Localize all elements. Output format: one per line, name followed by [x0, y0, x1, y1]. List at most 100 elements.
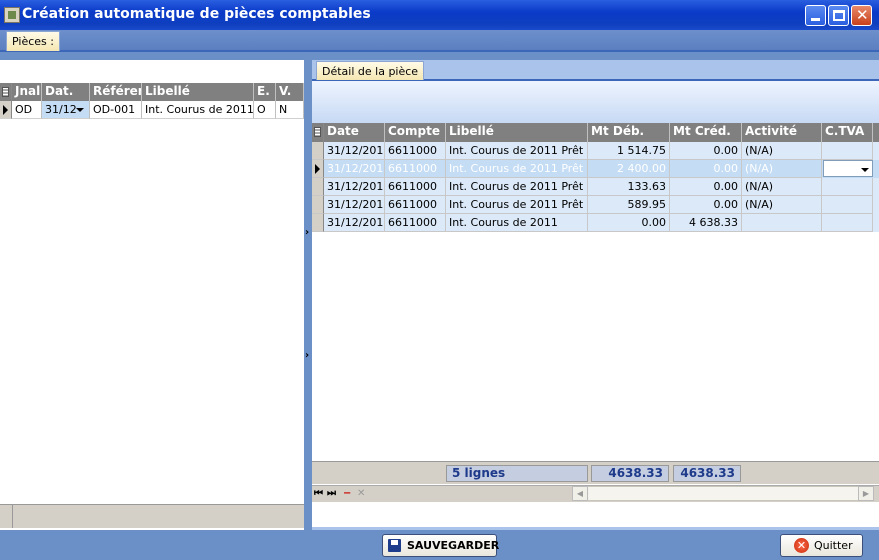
cell-debit[interactable]: 2 400.00: [588, 160, 670, 178]
cell-credit[interactable]: 0.00: [670, 178, 742, 196]
tab-pieces[interactable]: Pièces :: [6, 31, 60, 51]
col-libelle[interactable]: Libellé: [446, 123, 588, 142]
row-indicator: [312, 196, 324, 214]
cell-libelle[interactable]: Int. Courus de 2011 Prêt 112: [446, 178, 588, 196]
cell-date[interactable]: 31/12: [42, 101, 90, 119]
row-indicator: [312, 178, 324, 196]
quit-button[interactable]: ✕ Quitter: [780, 534, 863, 557]
cell-compte[interactable]: 6611000: [385, 178, 446, 196]
cell-credit[interactable]: 0.00: [670, 142, 742, 160]
scroll-thumb[interactable]: [589, 487, 859, 500]
header-indicator: [0, 83, 12, 101]
title-bar: Création automatique de pièces comptable…: [0, 0, 879, 30]
table-row[interactable]: 31/12/2010 6611000 Int. Courus de 2011 P…: [312, 142, 879, 160]
cell-credit[interactable]: 4 638.33: [670, 214, 742, 232]
header-indicator: [312, 123, 324, 142]
col-reference[interactable]: Référence: [90, 83, 142, 101]
summary-bar: 5 lignes 4638.33 4638.33: [312, 461, 879, 484]
cell-ctva[interactable]: [822, 196, 873, 214]
current-row-icon: [315, 164, 320, 174]
col-debit[interactable]: Mt Déb.: [588, 123, 670, 142]
col-e[interactable]: E.: [254, 83, 276, 101]
cell-ctva[interactable]: [822, 214, 873, 232]
grid-menu-icon[interactable]: [2, 87, 9, 97]
window-title: Création automatique de pièces comptable…: [22, 6, 371, 22]
maximize-button[interactable]: [828, 5, 849, 26]
table-row[interactable]: OD 31/12 OD-001 Int. Courus de 2011 O N: [0, 101, 304, 119]
cell-date[interactable]: 31/12/2010: [324, 178, 385, 196]
cell-compte[interactable]: 6611000: [385, 214, 446, 232]
row-indicator: [312, 160, 324, 178]
cell-date[interactable]: 31/12/2010: [324, 214, 385, 232]
cell-activite[interactable]: (N/A): [742, 178, 822, 196]
col-credit[interactable]: Mt Créd.: [670, 123, 742, 142]
col-date[interactable]: Dat.: [42, 83, 90, 101]
expand-right-icon[interactable]: ›: [305, 350, 309, 361]
save-button[interactable]: SAUVEGARDER: [382, 534, 499, 557]
col-v[interactable]: V.: [276, 83, 304, 101]
first-record-icon[interactable]: ⏮: [314, 487, 323, 501]
cell-activite[interactable]: (N/A): [742, 160, 822, 178]
main-tab-strip: Pièces :: [0, 30, 879, 52]
table-row[interactable]: 31/12/2010 6611000 Int. Courus de 2011 0…: [312, 214, 879, 232]
scroll-left-icon[interactable]: ◀: [572, 486, 588, 501]
cell-reference[interactable]: OD-001: [90, 101, 142, 119]
cell-compte[interactable]: 6611000: [385, 196, 446, 214]
footer-cell: [12, 505, 304, 528]
cell-ctva[interactable]: [822, 142, 873, 160]
detail-grid-header: Date Compte Libellé Mt Déb. Mt Créd. Act…: [312, 123, 879, 142]
cell-compte[interactable]: 6611000: [385, 160, 446, 178]
col-libelle[interactable]: Libellé: [142, 83, 254, 101]
close-button[interactable]: ✕: [851, 5, 872, 26]
chevron-down-icon[interactable]: [76, 108, 84, 112]
floppy-icon: [388, 539, 401, 552]
scroll-right-icon[interactable]: ▶: [858, 486, 874, 501]
cell-jnal[interactable]: OD: [12, 101, 42, 119]
expand-left-icon[interactable]: ›: [305, 227, 309, 238]
cell-debit[interactable]: 0.00: [588, 214, 670, 232]
cell-e[interactable]: O: [254, 101, 276, 119]
col-date[interactable]: Date: [324, 123, 385, 142]
cell-v[interactable]: N: [276, 101, 304, 119]
table-row[interactable]: 31/12/2010 6611000 Int. Courus de 2011 P…: [312, 178, 879, 196]
cell-date[interactable]: 31/12/2010: [324, 196, 385, 214]
cell-date[interactable]: 31/12/2010: [324, 160, 385, 178]
pieces-panel: [0, 60, 304, 530]
grid-menu-icon[interactable]: [314, 127, 321, 137]
cell-activite[interactable]: (N/A): [742, 142, 822, 160]
cell-libelle[interactable]: Int. Courus de 2011 Prêt 123: [446, 142, 588, 160]
ctva-combo[interactable]: [823, 160, 873, 177]
table-row[interactable]: 31/12/2010 6611000 Int. Courus de 2011 P…: [312, 196, 879, 214]
pieces-grid-header: Jnal Dat. Référence Libellé E. V.: [0, 83, 304, 101]
col-jnal[interactable]: Jnal: [12, 83, 42, 101]
cell-activite[interactable]: [742, 214, 822, 232]
chevron-down-icon[interactable]: [861, 168, 869, 172]
total-debit: 4638.33: [591, 465, 669, 482]
cell-debit[interactable]: 589.95: [588, 196, 670, 214]
table-row-selected[interactable]: 31/12/2010 6611000 Int. Courus de 2011 P…: [312, 160, 879, 178]
last-record-icon[interactable]: ⏭: [327, 487, 336, 501]
tab-detail[interactable]: Détail de la pièce: [316, 61, 425, 80]
col-compte[interactable]: Compte: [385, 123, 446, 142]
cell-ctva[interactable]: [822, 178, 873, 196]
cancel-record-icon[interactable]: ✕: [357, 487, 365, 501]
col-activite[interactable]: Activité: [742, 123, 822, 142]
panel-splitter[interactable]: [304, 60, 312, 530]
cell-compte[interactable]: 6611000: [385, 142, 446, 160]
horizontal-scrollbar[interactable]: ◀ ▶: [572, 486, 874, 501]
cell-date[interactable]: 31/12/2010: [324, 142, 385, 160]
cell-date-value: 31/12: [45, 103, 77, 116]
cell-debit[interactable]: 133.63: [588, 178, 670, 196]
cell-libelle[interactable]: Int. Courus de 2011: [446, 214, 588, 232]
col-ctva[interactable]: C.TVA: [822, 123, 873, 142]
delete-record-icon[interactable]: −: [343, 487, 351, 501]
cell-debit[interactable]: 1 514.75: [588, 142, 670, 160]
cell-activite[interactable]: (N/A): [742, 196, 822, 214]
cell-libelle[interactable]: Int. Courus de 2011: [142, 101, 254, 119]
cell-libelle[interactable]: Int. Courus de 2011 Prêt 666: [446, 196, 588, 214]
minimize-button[interactable]: [805, 5, 826, 26]
row-indicator: [0, 101, 12, 119]
cell-libelle[interactable]: Int. Courus de 2011 Prêt 456: [446, 160, 588, 178]
cell-credit[interactable]: 0.00: [670, 196, 742, 214]
cell-credit[interactable]: 0.00: [670, 160, 742, 178]
